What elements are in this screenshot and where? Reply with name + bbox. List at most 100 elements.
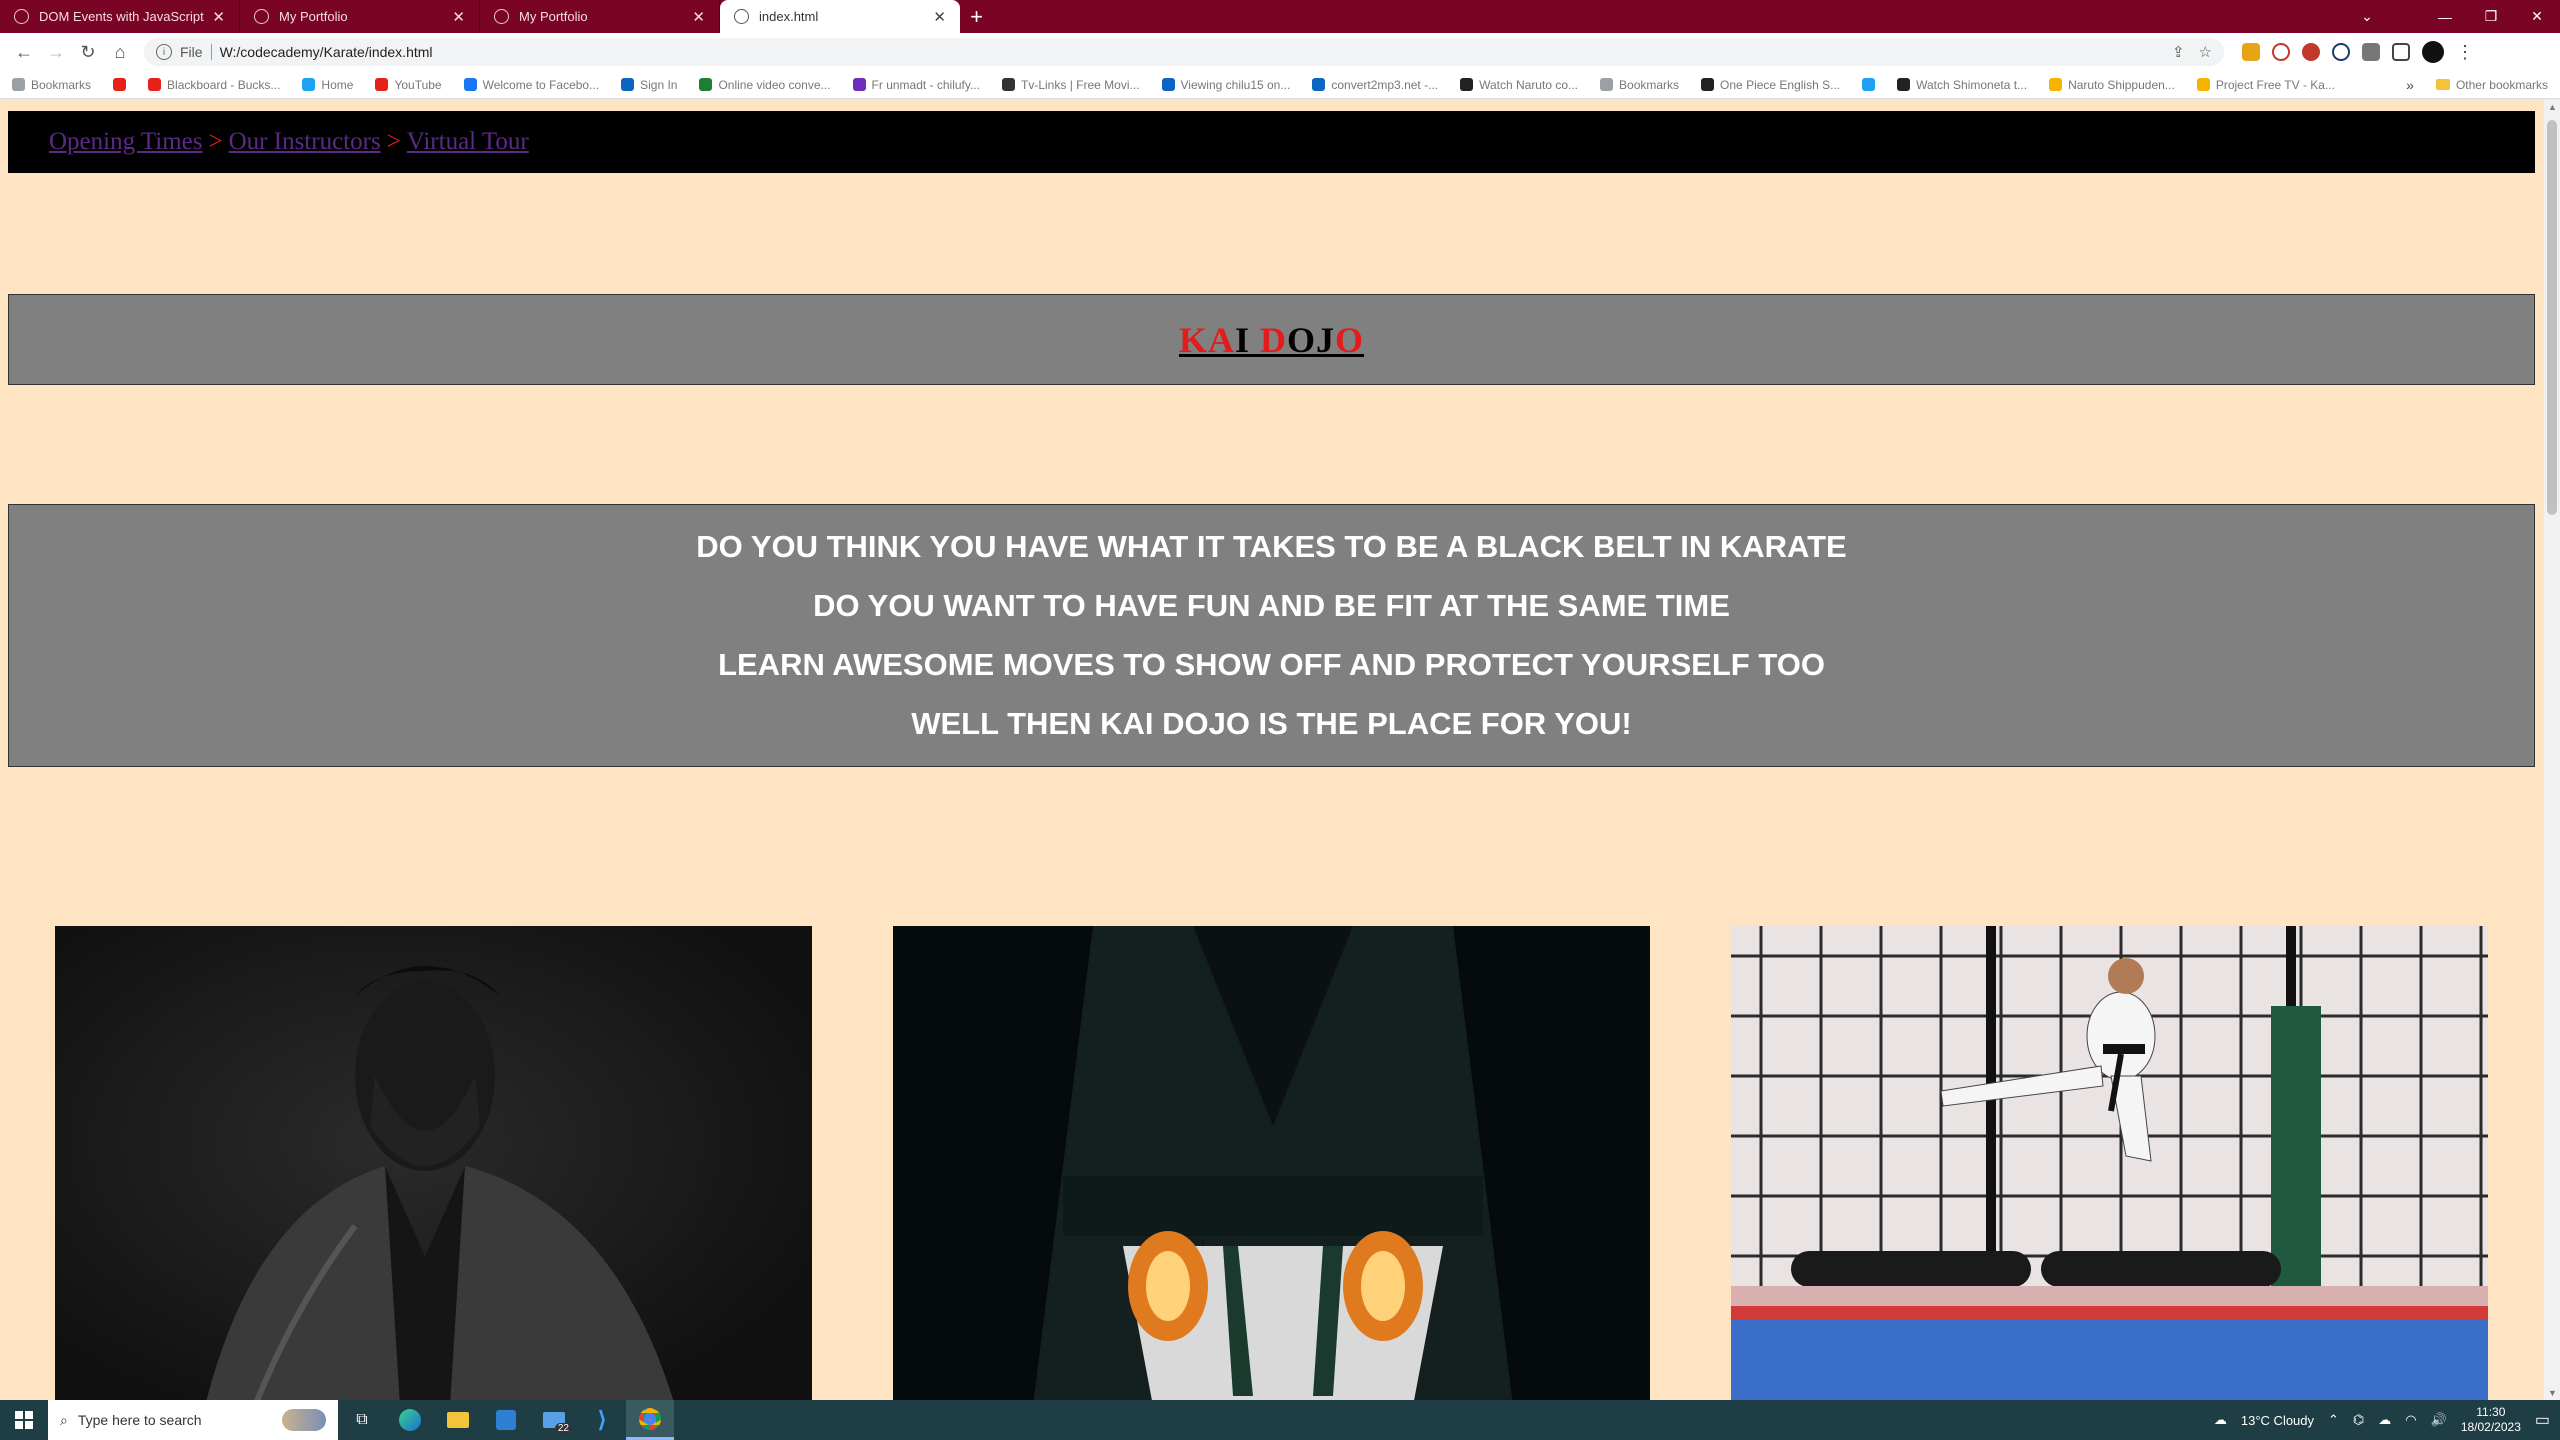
bookmark-favicon-icon	[1862, 78, 1876, 91]
browser-tab[interactable]: My Portfolio ✕	[480, 0, 720, 33]
tab-search-icon[interactable]: ⌄	[2344, 0, 2390, 33]
browser-tab-strip: DOM Events with JavaScript | Co✕My Portf…	[0, 0, 2560, 33]
onedrive-icon[interactable]: ☁	[2378, 1412, 2391, 1428]
browser-tab[interactable]: index.html ✕	[720, 0, 960, 33]
bookmark-item[interactable]: Welcome to Facebo...	[463, 77, 600, 92]
page-scrollbar[interactable]: ▲ ▼	[2544, 100, 2560, 1400]
browser-tab-label: My Portfolio	[279, 9, 348, 24]
browser-tab[interactable]: DOM Events with JavaScript | Co ✕	[0, 0, 240, 33]
extension-red-icon[interactable]	[2302, 43, 2320, 61]
share-icon[interactable]: ⇪	[2172, 43, 2185, 61]
scroll-down-icon[interactable]: ▼	[2548, 1388, 2557, 1398]
close-tab-icon[interactable]: ✕	[692, 8, 705, 26]
bookmark-favicon-icon	[621, 78, 635, 91]
bookmark-item[interactable]: Home	[302, 78, 353, 92]
close-window-icon[interactable]: ✕	[2514, 0, 2560, 33]
wifi-icon[interactable]: ◠	[2405, 1412, 2416, 1428]
side-panel-icon[interactable]	[2392, 43, 2410, 61]
title-letter: D	[1260, 319, 1287, 360]
extension-gear-icon[interactable]	[2332, 43, 2350, 61]
volume-icon[interactable]: 🔊	[2431, 1412, 2447, 1428]
folder-icon	[2435, 79, 2450, 90]
restore-icon[interactable]: ❐	[2468, 0, 2514, 33]
bookmarks-overflow-icon[interactable]: »	[2406, 77, 2414, 93]
taskbar-search[interactable]: ⌕ Type here to search	[48, 1400, 338, 1440]
bookmark-item[interactable]	[1862, 78, 1876, 91]
scroll-up-icon[interactable]: ▲	[2548, 102, 2557, 112]
windows-start-icon[interactable]	[0, 1400, 48, 1440]
microsoft-store-icon[interactable]	[482, 1400, 530, 1440]
extension-badge-icon[interactable]	[2242, 43, 2260, 61]
back-icon[interactable]: ←	[8, 36, 40, 68]
task-view-icon[interactable]: ⧉	[338, 1400, 386, 1440]
network-icon[interactable]: ⌬	[2353, 1412, 2364, 1428]
bookmark-item[interactable]: Tv-Links | Free Movi...	[1002, 78, 1140, 92]
address-divider	[210, 44, 212, 60]
browser-tab-label: DOM Events with JavaScript | Co	[39, 9, 204, 24]
nav-link-opening-times[interactable]: Opening Times	[49, 128, 203, 156]
bookmark-item[interactable]: convert2mp3.net -...	[1312, 78, 1438, 92]
nav-link-virtual-tour[interactable]: Virtual Tour	[407, 128, 529, 156]
weather-text[interactable]: 13°C Cloudy	[2241, 1413, 2314, 1428]
file-explorer-icon[interactable]	[434, 1400, 482, 1440]
bookmark-item[interactable]: Viewing chilu15 on...	[1161, 78, 1290, 92]
bookmark-label: Home	[321, 77, 354, 92]
home-icon[interactable]: ⌂	[104, 36, 136, 68]
bookmark-item[interactable]: One Piece English S...	[1701, 78, 1840, 92]
bookmark-item[interactable]: Watch Shimoneta t...	[1897, 78, 2027, 92]
bookmark-item[interactable]: Blackboard - Bucks...	[148, 78, 280, 92]
bookmark-item[interactable]: Sign In	[621, 78, 677, 92]
bookmark-item[interactable]: Online video conve...	[699, 78, 831, 92]
vscode-icon[interactable]: ⟩	[578, 1400, 626, 1440]
weather-cloud-icon[interactable]: ☁	[2214, 1412, 2227, 1428]
new-tab-button[interactable]: +	[960, 0, 993, 33]
photo-gallery	[55, 926, 2489, 1400]
other-bookmarks-folder[interactable]: Other bookmarks	[2435, 78, 2548, 92]
reload-icon[interactable]: ↻	[72, 36, 104, 68]
mail-icon[interactable]: 22	[530, 1400, 578, 1440]
bookmark-item[interactable]: Project Free TV - Ka...	[2196, 78, 2335, 92]
menu-kebab-icon[interactable]: ⋮	[2456, 42, 2474, 63]
nav-link-our-instructors[interactable]: Our Instructors	[229, 128, 381, 156]
bookmark-favicon-icon	[1002, 78, 1016, 91]
browser-tab-label: index.html	[759, 9, 819, 24]
extension-circle-icon[interactable]	[2272, 43, 2290, 61]
title-letter: I	[1234, 319, 1250, 360]
extensions-puzzle-icon[interactable]	[2362, 43, 2380, 61]
bookmark-favicon-icon	[699, 78, 713, 91]
search-icon: ⌕	[60, 1411, 68, 1428]
title-letter: K	[1178, 319, 1208, 360]
bookmark-star-icon[interactable]: ☆	[2199, 43, 2212, 61]
taskbar-clock[interactable]: 11:30 18/02/2023	[2461, 1405, 2521, 1435]
bookmark-item[interactable]: Fr unmadt - chilufy...	[852, 78, 980, 92]
browser-tab[interactable]: My Portfolio ✕	[240, 0, 480, 33]
photo-karateka-bowing	[55, 926, 812, 1400]
address-url[interactable]: W:/codecademy/Karate/index.html	[220, 44, 433, 60]
close-tab-icon[interactable]: ✕	[933, 8, 946, 26]
address-bar[interactable]: i File W:/codecademy/Karate/index.html ⇪…	[144, 38, 2224, 66]
close-tab-icon[interactable]: ✕	[212, 8, 225, 26]
bookmark-favicon-icon	[302, 78, 316, 91]
bookmark-item[interactable]: Bookmarks	[12, 78, 91, 92]
tagline: DO YOU THINK YOU HAVE WHAT IT TAKES TO B…	[696, 529, 1847, 564]
bookmark-label: Welcome to Facebo...	[482, 77, 600, 92]
browser-tab-label: My Portfolio	[519, 9, 588, 24]
bookmark-item[interactable]: YouTube	[375, 78, 442, 92]
scrollbar-thumb[interactable]	[2547, 120, 2557, 515]
notifications-icon[interactable]: ▭	[2535, 1410, 2550, 1430]
bookmark-item[interactable]	[113, 78, 127, 91]
bookmarks-bar: Bookmarks Blackboard - Bucks... Home YouTub…	[0, 71, 2560, 99]
title-letter: O	[1287, 319, 1317, 360]
forward-icon[interactable]: →	[40, 36, 72, 68]
close-tab-icon[interactable]: ✕	[452, 8, 465, 26]
bookmark-item[interactable]: Watch Naruto co...	[1460, 78, 1578, 92]
edge-icon[interactable]	[386, 1400, 434, 1440]
bookmark-item[interactable]: Bookmarks	[1600, 78, 1679, 92]
tagline-box: DO YOU THINK YOU HAVE WHAT IT TAKES TO B…	[8, 504, 2535, 767]
tray-chevron-icon[interactable]: ⌃	[2328, 1412, 2339, 1428]
minimize-icon[interactable]: —	[2422, 0, 2468, 33]
chrome-icon[interactable]	[626, 1400, 674, 1440]
profile-avatar[interactable]	[2422, 41, 2444, 63]
bookmark-item[interactable]: Naruto Shippuden...	[2049, 78, 2175, 92]
site-info-icon[interactable]: i	[156, 44, 172, 60]
